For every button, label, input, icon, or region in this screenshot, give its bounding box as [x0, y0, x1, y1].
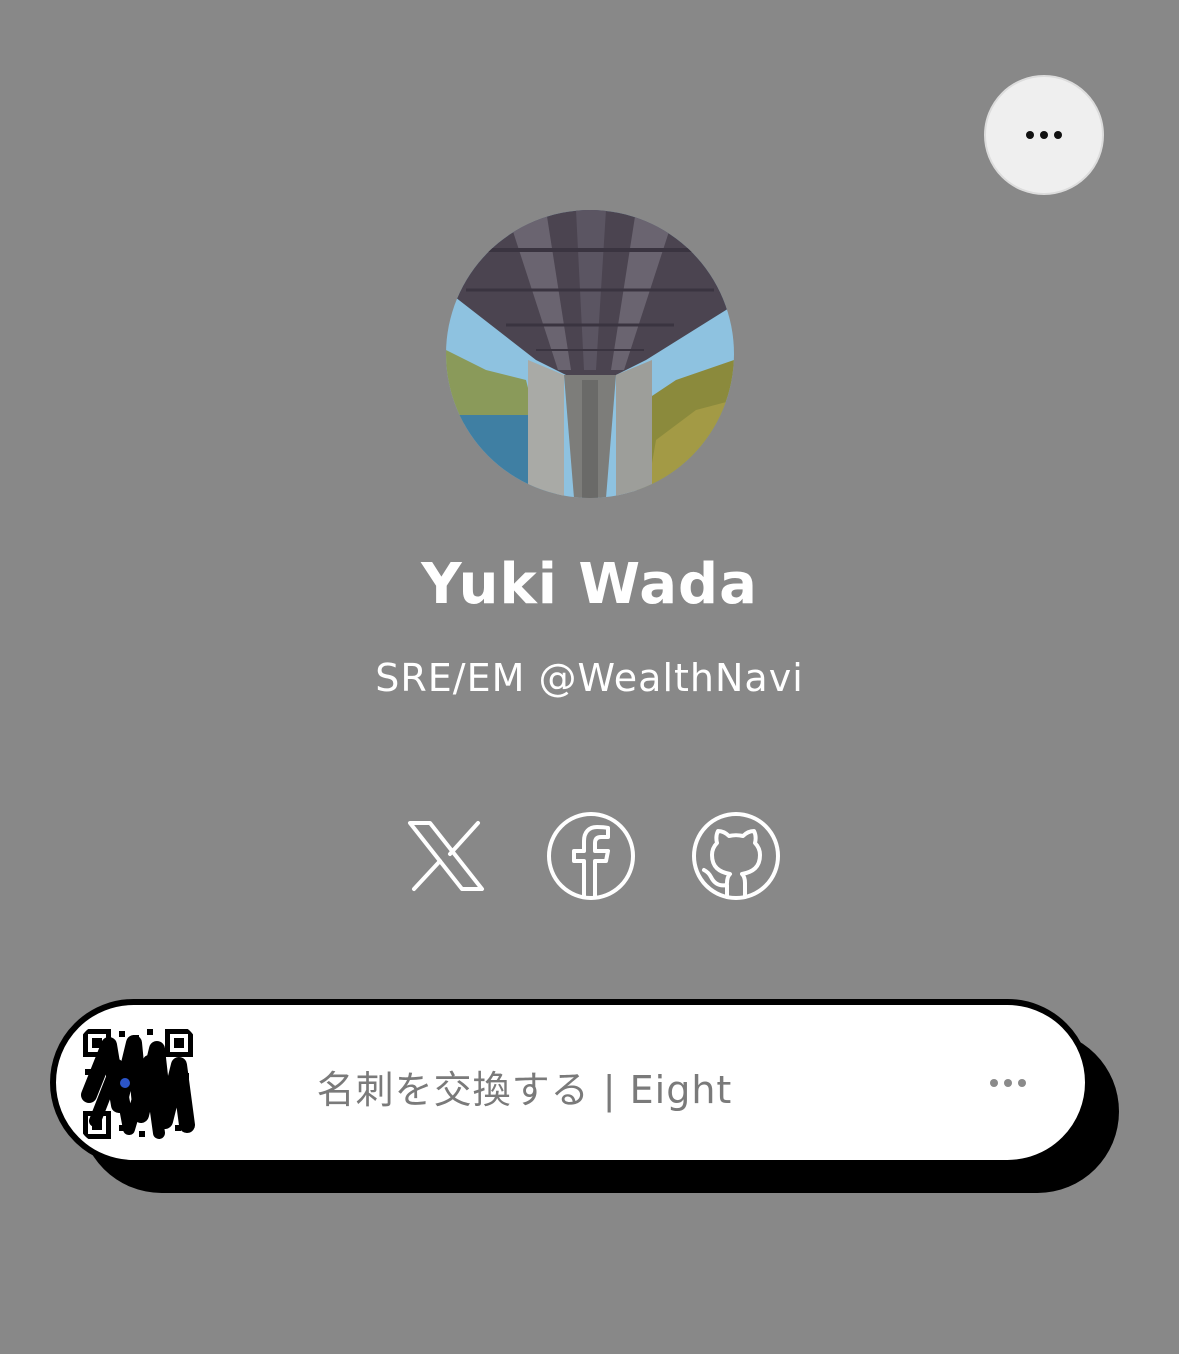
github-link[interactable] — [690, 810, 782, 902]
link-card-more-button[interactable] — [983, 1063, 1033, 1103]
facebook-link[interactable] — [545, 810, 637, 902]
avatar — [446, 210, 734, 498]
x-link[interactable] — [400, 810, 492, 902]
more-horizontal-icon — [990, 1079, 1026, 1087]
x-icon — [408, 821, 484, 891]
profile-name: Yuki Wada — [421, 552, 758, 617]
facebook-icon — [547, 812, 635, 900]
link-card-eight[interactable]: 名刺を交換する | Eight — [50, 999, 1091, 1166]
link-card-title: 名刺を交換する | Eight — [316, 1068, 733, 1112]
github-icon — [692, 812, 780, 900]
more-options-button[interactable] — [984, 75, 1104, 195]
profile-subtitle: SRE/EM @WealthNavi — [375, 656, 804, 700]
more-horizontal-icon — [1026, 131, 1062, 139]
